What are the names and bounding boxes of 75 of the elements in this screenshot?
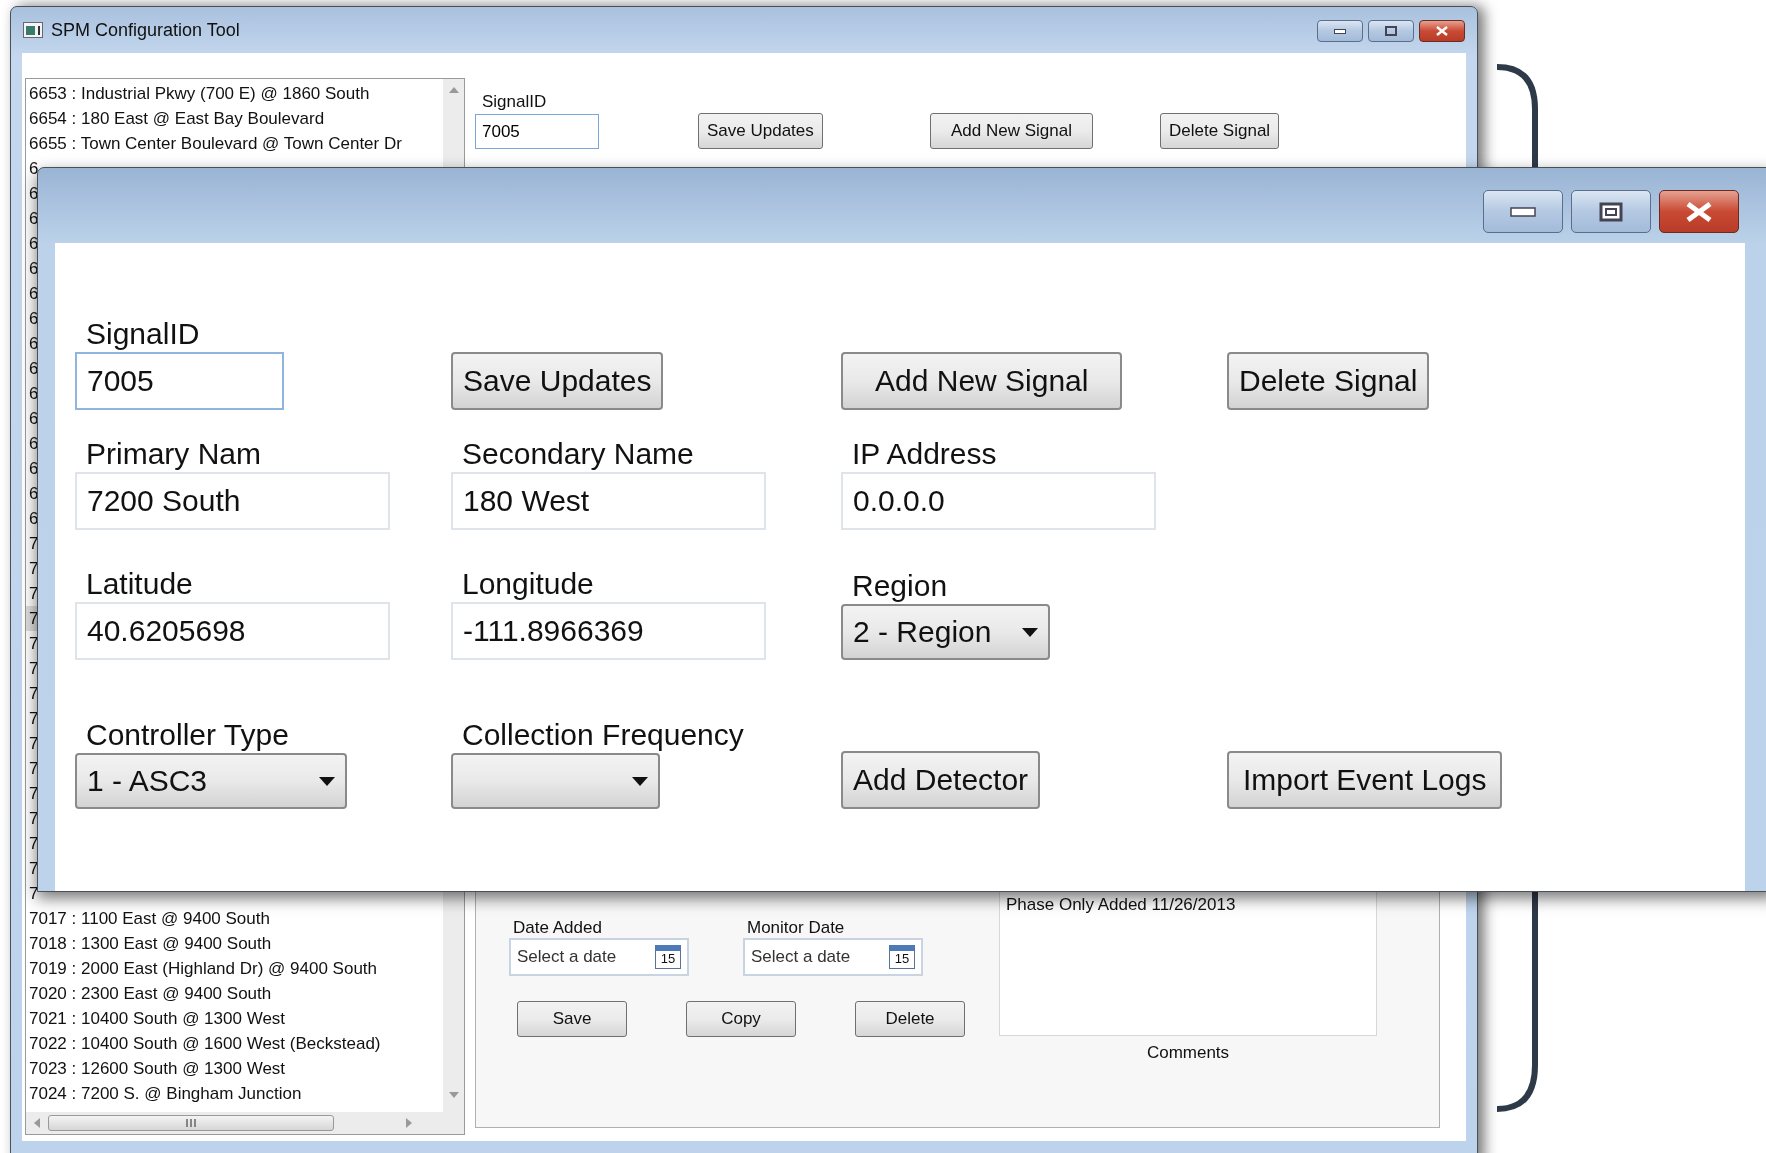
field-label: Comments [1146,1043,1230,1063]
up-arrow-icon [448,87,459,93]
date-picker[interactable]: Select a date 15 [743,938,923,976]
date-picker[interactable]: Select a date 15 [509,938,689,976]
field-label: Primary Nam [86,436,261,472]
caret-icon [632,776,648,786]
field-label: Latitude [86,566,193,602]
minimize-icon [1510,206,1536,217]
maximize-button[interactable] [1571,190,1651,233]
list-item[interactable]: 7021 : 10400 South @ 1300 West [26,1006,443,1031]
app-icon [23,22,43,38]
field-label: Region [852,568,948,604]
minimize-button[interactable] [1483,190,1563,233]
maximize-button[interactable] [1368,20,1414,42]
list-item[interactable]: 6654 : 180 East @ East Bay Boulevard [26,106,443,131]
maximize-icon [1385,26,1397,36]
list-item[interactable]: 7019 : 2000 East (Highland Dr) @ 9400 South [26,956,443,981]
close-button[interactable] [1659,190,1739,233]
list-item[interactable]: 6653 : Industrial Pkwy (700 E) @ 1860 South [26,81,443,106]
close-icon [1686,201,1712,222]
field-label: Longitude [462,566,594,602]
list-item[interactable]: 7020 : 2300 East @ 9400 South [26,981,443,1006]
action-button[interactable]: Delete [855,1001,965,1037]
close-button[interactable] [1419,20,1465,42]
text-field[interactable]: 40.6205698 [75,602,390,660]
left-arrow-icon [34,1118,40,1128]
list-item[interactable]: 7024 : 7200 S. @ Bingham Junction [26,1081,443,1106]
action-button[interactable]: Import Event Logs [1227,751,1503,809]
date-placeholder: Select a date [751,947,851,967]
dropdown[interactable]: 2 - Region [841,604,1050,660]
dropdown[interactable] [451,753,660,809]
field-label: Collection Frequency [462,717,744,753]
text-field[interactable]: 0.0.0.0 [841,472,1156,530]
list-item[interactable]: 6655 : Town Center Boulevard @ Town Center Dr [26,131,443,156]
signal-id-field[interactable]: 7005 [475,114,599,149]
field-label: Monitor Date [747,918,846,938]
caret-icon [1022,627,1038,637]
field-label: IP Address [852,436,997,472]
field-label: SignalID [86,316,200,352]
list-item[interactable]: 7018 : 1300 East @ 9400 South [26,931,443,956]
minimize-button[interactable] [1317,20,1363,42]
list-item[interactable]: 7023 : 12600 South @ 1300 West [26,1056,443,1081]
date-placeholder: Select a date [517,947,617,967]
calendar-icon[interactable]: 15 [655,945,681,969]
list-item[interactable]: 7017 : 1100 East @ 9400 South [26,906,443,931]
right-arrow-icon [406,1118,412,1128]
field-label: Controller Type [86,717,289,753]
action-button[interactable]: Add New Signal [930,113,1093,149]
text-field[interactable]: 7200 South [75,472,390,530]
window-title: SPM Configuration Tool [51,19,240,41]
down-arrow-icon [448,1092,459,1098]
close-icon [1436,26,1448,36]
caret-icon [319,776,335,786]
text-field[interactable]: 180 West [451,472,766,530]
text-field[interactable]: 7005 [75,352,284,410]
field-label: SignalID [482,92,547,112]
horizontal-scrollbar[interactable] [26,1112,464,1134]
action-button[interactable]: Add Detector [841,751,1041,809]
action-button[interactable]: Delete Signal [1227,352,1430,410]
list-item[interactable]: 7022 : 10400 South @ 1600 West (Beckstead) [26,1031,443,1056]
dropdown[interactable]: 1 - ASC3 [75,753,347,809]
action-button[interactable]: Save [517,1001,627,1037]
field-label: Date Added [513,918,603,938]
action-button[interactable]: Copy [686,1001,796,1037]
scroll-thumb[interactable] [48,1115,334,1131]
grip-icon [186,1119,196,1127]
action-button[interactable]: Delete Signal [1160,113,1280,149]
action-button[interactable]: Save Updates [451,352,664,410]
calendar-icon[interactable]: 15 [889,945,915,969]
minimize-icon [1334,28,1346,34]
text-field[interactable]: -111.8966369 [451,602,766,660]
maximize-icon [1599,201,1623,222]
action-button[interactable]: Add New Signal [841,352,1123,410]
field-label: Secondary Name [462,436,694,472]
action-button[interactable]: Save Updates [698,113,823,149]
